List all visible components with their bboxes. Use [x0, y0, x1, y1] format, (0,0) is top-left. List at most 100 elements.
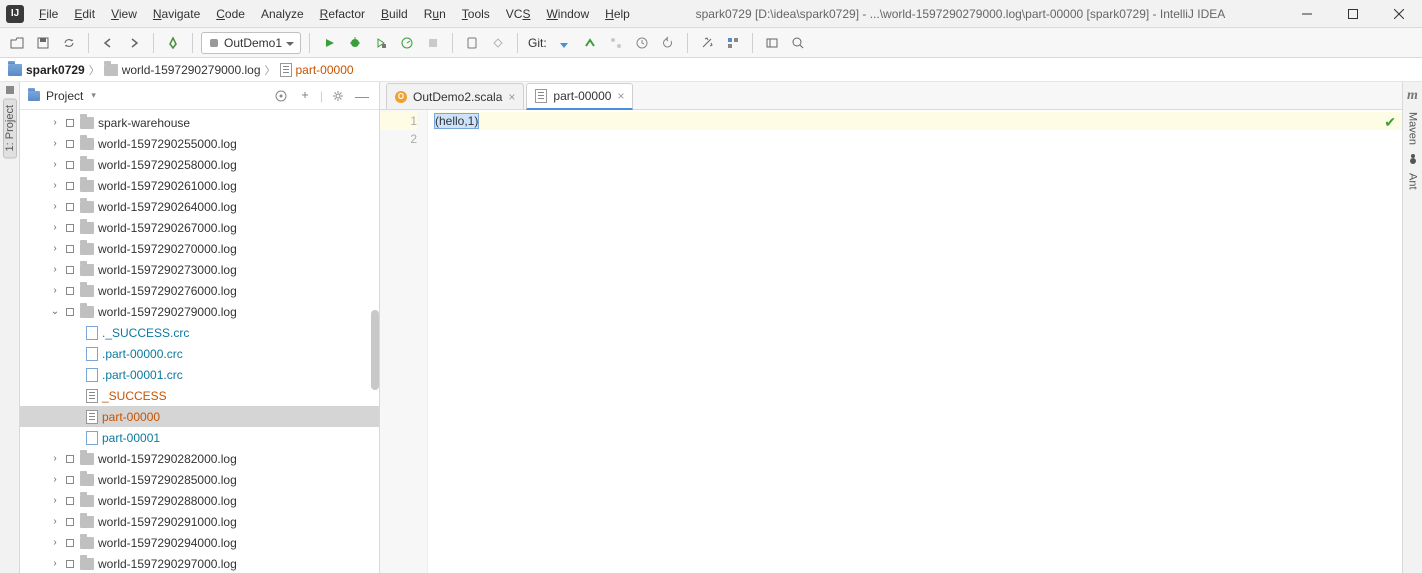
run-config-select[interactable]: OutDemo1 [201, 32, 301, 54]
project-tool-tab[interactable]: 1: Project [3, 98, 17, 158]
tree-item[interactable]: _SUCCESS [20, 385, 379, 406]
code-line[interactable] [434, 130, 1402, 148]
folder-icon [80, 264, 94, 276]
stop-icon[interactable] [422, 32, 444, 54]
sdk-icon[interactable] [487, 32, 509, 54]
open-icon[interactable] [6, 32, 28, 54]
project-tree[interactable]: ›spark-warehouse›world-1597290255000.log… [20, 110, 379, 573]
project-panel: Project | — ›spark-warehouse›world-15972… [20, 82, 380, 573]
menu-edit[interactable]: Edit [67, 3, 102, 25]
menu-help[interactable]: Help [598, 3, 637, 25]
tree-item[interactable]: ›spark-warehouse [20, 112, 379, 133]
tree-item[interactable]: ›world-1597290288000.log [20, 490, 379, 511]
module-marker-icon [66, 476, 74, 484]
tree-arrow-icon: › [48, 285, 62, 296]
tree-item[interactable]: ›world-1597290270000.log [20, 238, 379, 259]
git-revert-icon[interactable] [657, 32, 679, 54]
locate-icon[interactable] [272, 87, 290, 105]
menu-vcs[interactable]: VCS [499, 3, 538, 25]
tree-item[interactable]: ›world-1597290264000.log [20, 196, 379, 217]
search-everywhere-icon[interactable] [787, 32, 809, 54]
tree-item[interactable]: part-00000 [20, 406, 379, 427]
ant-tool-tab[interactable]: Ant [1407, 173, 1419, 190]
layout-icon[interactable] [761, 32, 783, 54]
tree-item[interactable]: ›world-1597290276000.log [20, 280, 379, 301]
tree-item[interactable]: ›world-1597290285000.log [20, 469, 379, 490]
tree-arrow-icon: › [48, 222, 62, 233]
close-tab-icon[interactable]: × [617, 89, 624, 103]
gear-icon[interactable] [329, 87, 347, 105]
line-number: 1 [380, 112, 417, 130]
project-structure-icon[interactable] [722, 32, 744, 54]
menu-build[interactable]: Build [374, 3, 415, 25]
maven-icon: m [1407, 88, 1418, 104]
project-panel-title[interactable]: Project [28, 89, 266, 103]
save-icon[interactable] [32, 32, 54, 54]
tree-item[interactable]: ⌄world-1597290279000.log [20, 301, 379, 322]
debug-icon[interactable] [344, 32, 366, 54]
minimize-button[interactable] [1284, 0, 1330, 28]
breadcrumb-file[interactable]: part-00000 [280, 63, 354, 77]
breadcrumb-root[interactable]: spark0729 [8, 63, 85, 77]
tree-item[interactable]: ._SUCCESS.crc [20, 322, 379, 343]
tree-item[interactable]: ›world-1597290273000.log [20, 259, 379, 280]
build-icon[interactable] [162, 32, 184, 54]
menu-tools[interactable]: Tools [455, 3, 497, 25]
tree-item[interactable]: .part-00001.crc [20, 364, 379, 385]
tree-item[interactable]: ›world-1597290297000.log [20, 553, 379, 573]
tree-item[interactable]: part-00001 [20, 427, 379, 448]
editor-tab[interactable]: OOutDemo2.scala× [386, 83, 524, 109]
tree-item[interactable]: ›world-1597290282000.log [20, 448, 379, 469]
folder-icon [80, 159, 94, 171]
folder-icon [80, 117, 94, 129]
tree-item-label: _SUCCESS [102, 389, 167, 403]
tree-arrow-icon: › [48, 117, 62, 128]
forward-icon[interactable] [123, 32, 145, 54]
folder-icon [80, 474, 94, 486]
menu-file[interactable]: File [32, 3, 65, 25]
tree-item[interactable]: ›world-1597290294000.log [20, 532, 379, 553]
tree-item[interactable]: ›world-1597290267000.log [20, 217, 379, 238]
git-update-icon[interactable] [553, 32, 575, 54]
profile-icon[interactable] [396, 32, 418, 54]
close-tab-icon[interactable]: × [508, 90, 515, 104]
tree-item[interactable]: ›world-1597290291000.log [20, 511, 379, 532]
menu-window[interactable]: Window [539, 3, 596, 25]
settings-icon[interactable] [696, 32, 718, 54]
close-button[interactable] [1376, 0, 1422, 28]
maximize-button[interactable] [1330, 0, 1376, 28]
git-compare-icon[interactable] [605, 32, 627, 54]
code-area[interactable]: (hello,1) [428, 110, 1402, 573]
menu-run[interactable]: Run [417, 3, 453, 25]
breadcrumb-dir[interactable]: world-1597290279000.log [104, 63, 261, 77]
tree-arrow-icon: › [48, 180, 62, 191]
project-tab-icon [6, 86, 14, 94]
menu-refactor[interactable]: Refactor [313, 3, 372, 25]
maven-tool-tab[interactable]: Maven [1407, 112, 1419, 145]
menu-analyze[interactable]: Analyze [254, 3, 311, 25]
code-line[interactable]: (hello,1) [434, 112, 1402, 130]
expand-icon[interactable] [296, 87, 314, 105]
tree-item[interactable]: ›world-1597290255000.log [20, 133, 379, 154]
git-history-icon[interactable] [631, 32, 653, 54]
run-icon[interactable] [318, 32, 340, 54]
sync-icon[interactable] [58, 32, 80, 54]
menu-view[interactable]: View [104, 3, 144, 25]
scrollbar-thumb[interactable] [371, 310, 379, 390]
tree-arrow-icon: › [48, 243, 62, 254]
tree-item-label: world-1597290264000.log [98, 200, 237, 214]
back-icon[interactable] [97, 32, 119, 54]
folder-icon [80, 537, 94, 549]
menu-navigate[interactable]: Navigate [146, 3, 207, 25]
git-label: Git: [528, 36, 547, 50]
tree-arrow-icon: › [48, 516, 62, 527]
tree-item[interactable]: ›world-1597290258000.log [20, 154, 379, 175]
coverage-icon[interactable] [370, 32, 392, 54]
tree-item[interactable]: .part-00000.crc [20, 343, 379, 364]
menu-code[interactable]: Code [209, 3, 252, 25]
tree-item[interactable]: ›world-1597290261000.log [20, 175, 379, 196]
hide-icon[interactable]: — [353, 87, 371, 105]
git-commit-icon[interactable] [579, 32, 601, 54]
editor-tab[interactable]: part-00000× [526, 83, 633, 110]
avd-icon[interactable] [461, 32, 483, 54]
